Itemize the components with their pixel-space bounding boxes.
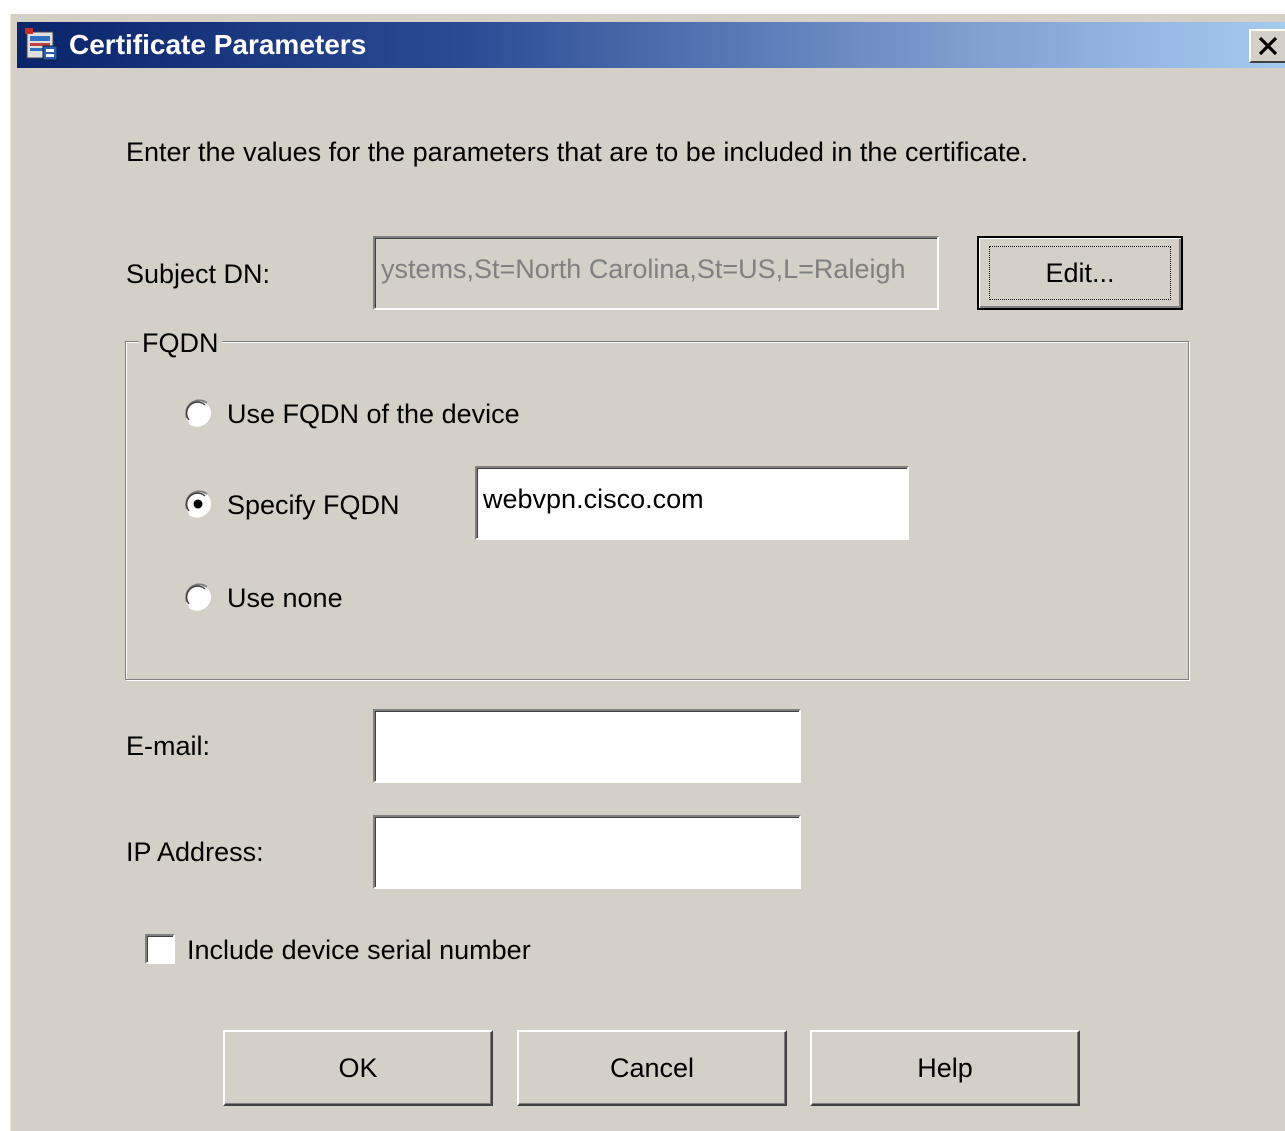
- title-bar[interactable]: Certificate Parameters: [17, 22, 1285, 68]
- radio-selected-icon: [185, 490, 211, 518]
- fqdn-input[interactable]: webvpn.cisco.com: [475, 466, 909, 540]
- radio-use-device-fqdn[interactable]: Use FQDN of the device: [183, 396, 603, 434]
- radio-use-none[interactable]: Use none: [183, 580, 403, 618]
- radio-unselected-icon: [185, 583, 211, 611]
- ok-button-label: OK: [338, 1052, 378, 1083]
- email-label: E-mail:: [126, 731, 211, 761]
- include-serial-label: Include device serial number: [187, 935, 531, 965]
- close-button[interactable]: [1249, 29, 1285, 63]
- close-icon: [1258, 36, 1278, 56]
- focus-indicator: [989, 246, 1171, 300]
- application-icon: [25, 28, 58, 61]
- email-input[interactable]: [373, 709, 801, 783]
- ip-address-label: IP Address:: [126, 837, 264, 867]
- radio-unselected-icon: [185, 399, 211, 427]
- certificate-parameters-dialog: Certificate Parameters Enter the values …: [10, 14, 1285, 1131]
- ok-button[interactable]: OK: [223, 1030, 493, 1106]
- ip-address-input[interactable]: [373, 815, 801, 889]
- cancel-button-label: Cancel: [609, 1052, 695, 1083]
- cancel-button[interactable]: Cancel: [517, 1030, 787, 1106]
- subject-dn-field[interactable]: ystems,St=North Carolina,St=US,L=Raleigh: [373, 236, 939, 310]
- help-button-label: Help: [917, 1052, 973, 1083]
- edit-subject-dn-button[interactable]: Edit...: [977, 236, 1183, 310]
- radio-specify-fqdn-label: Specify FQDN: [227, 490, 400, 520]
- radio-use-device-fqdn-label: Use FQDN of the device: [227, 399, 520, 429]
- instructions-text: Enter the values for the parameters that…: [126, 137, 1029, 167]
- subject-dn-label: Subject DN:: [126, 259, 271, 289]
- radio-use-none-label: Use none: [227, 583, 343, 613]
- include-serial-checkbox[interactable]: [145, 934, 175, 964]
- window-title: Certificate Parameters: [69, 29, 367, 60]
- help-button[interactable]: Help: [810, 1030, 1080, 1106]
- radio-specify-fqdn[interactable]: Specify FQDN: [183, 487, 463, 525]
- fqdn-group-label: FQDN: [139, 327, 222, 359]
